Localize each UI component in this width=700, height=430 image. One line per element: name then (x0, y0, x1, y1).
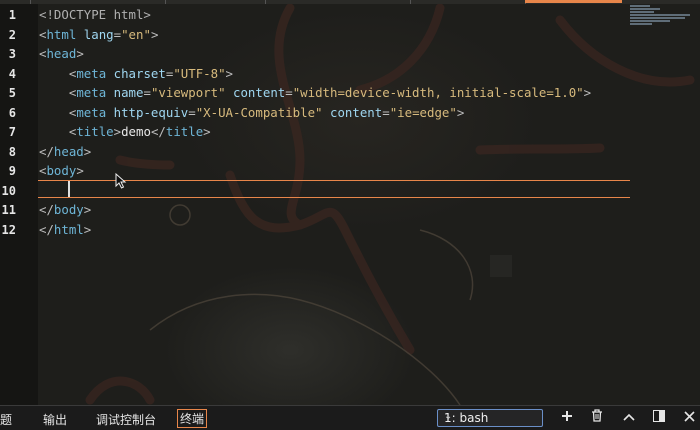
background-image (85, 3, 695, 405)
code-token: > (83, 221, 92, 237)
code-token: "X-UA-Compatible" (195, 104, 323, 120)
code-line[interactable]: <title>demo</title> (39, 123, 211, 141)
split-icon[interactable] (650, 409, 668, 427)
terminal-select[interactable]: 1: bash ⌄ (437, 409, 543, 427)
code-token: meta (76, 104, 107, 120)
code-token: < (39, 85, 77, 100)
code-token: > (203, 124, 211, 139)
tab-strip (0, 0, 700, 4)
code-token: content (233, 85, 286, 100)
code-line[interactable]: </head> (39, 143, 91, 161)
code-line[interactable]: </html> (39, 221, 91, 239)
code-token: > (150, 26, 159, 42)
code-token: > (583, 85, 592, 100)
code-token: = (382, 104, 390, 120)
code-token: http-equiv (113, 104, 189, 120)
code-token: meta (76, 65, 107, 81)
line-number: 11 (1, 203, 16, 217)
code-token: = (113, 26, 122, 42)
code-line[interactable]: <body> (39, 162, 84, 180)
code-token: content (330, 104, 383, 120)
line-number: 4 (8, 66, 16, 81)
code-token: </ (39, 221, 54, 237)
code-token: = (143, 85, 151, 100)
line-number: 7 (8, 125, 16, 139)
code-line[interactable]: <!DOCTYPE html> (39, 6, 151, 24)
code-token: name (113, 85, 144, 100)
line-number: 3 (8, 47, 16, 61)
code-token: "width=device-width, initial-scale=1.0" (292, 85, 584, 100)
code-token: > (456, 104, 465, 120)
line-number: 2 (8, 27, 16, 42)
chevron-up-icon[interactable] (620, 409, 638, 427)
code-token: </ (39, 143, 54, 159)
line-number: 9 (8, 164, 16, 178)
code-token: "UTF-8" (173, 65, 226, 81)
code-token: head (53, 143, 84, 159)
code-token: charset (113, 65, 166, 81)
code-token: lang (83, 26, 114, 42)
chevron-down-icon: ⌄ (444, 411, 453, 422)
code-token: meta (76, 85, 107, 100)
code-line[interactable]: <meta name="viewport" content="width=dev… (39, 84, 591, 102)
code-token: = (188, 104, 196, 120)
code-token: > (83, 143, 92, 159)
code-token: > (225, 65, 233, 81)
line-number: 5 (8, 86, 16, 100)
code-token: body (46, 163, 77, 178)
code-token: title (165, 124, 204, 139)
trash-icon[interactable] (588, 409, 606, 427)
code-token: > (76, 46, 84, 61)
line-number: 12 (1, 222, 16, 237)
code-token: > (113, 124, 122, 139)
minimap[interactable] (630, 4, 692, 34)
code-line[interactable]: <head> (39, 45, 84, 63)
code-token: < (39, 124, 77, 139)
code-token: > (76, 163, 84, 178)
code-token: demo (121, 124, 151, 139)
add-icon[interactable] (558, 409, 576, 427)
code-token: < (39, 65, 77, 81)
code-token: title (76, 124, 114, 139)
line-number: 1 (8, 8, 16, 22)
code-line[interactable]: </body> (39, 201, 91, 219)
bottom-panel: 题 输出 调试控制台 终端 1: bash ⌄ (0, 405, 700, 430)
line-number: 8 (8, 144, 16, 159)
tab-problems[interactable]: 题 (0, 411, 12, 428)
close-icon[interactable] (680, 409, 698, 427)
text-cursor (68, 181, 70, 197)
code-line[interactable]: <html lang="en"> (39, 26, 158, 44)
code-line[interactable]: <meta charset="UTF-8"> (39, 65, 233, 83)
code-token: "viewport" (150, 85, 226, 100)
code-token: "en" (121, 26, 151, 42)
code-line[interactable]: <meta http-equiv="X-UA-Compatible" conte… (39, 104, 464, 122)
tab-output[interactable]: 输出 (43, 411, 67, 428)
code-token: </ (39, 202, 54, 217)
code-token: = (285, 85, 293, 100)
active-tab-indicator[interactable] (525, 0, 622, 3)
tab-debug-console[interactable]: 调试控制台 (96, 411, 156, 428)
code-token: < (39, 104, 77, 120)
code-token: </ (150, 124, 166, 139)
tab-terminal[interactable]: 终端 (177, 409, 208, 428)
code-token: body (53, 202, 84, 217)
line-number: 10 (1, 183, 16, 198)
mouse-pointer-icon (115, 173, 127, 189)
editor-area[interactable]: 1 <!DOCTYPE html> 2 <html lang="en"> 3 <head>… (0, 0, 700, 405)
code-token: html (46, 26, 77, 42)
code-token: > (83, 202, 92, 217)
line-number: 6 (8, 105, 16, 120)
code-token: html (53, 221, 84, 237)
code-token: "ie=edge" (389, 104, 457, 120)
code-token: <!DOCTYPE html> (39, 7, 151, 22)
code-token: head (46, 46, 77, 61)
